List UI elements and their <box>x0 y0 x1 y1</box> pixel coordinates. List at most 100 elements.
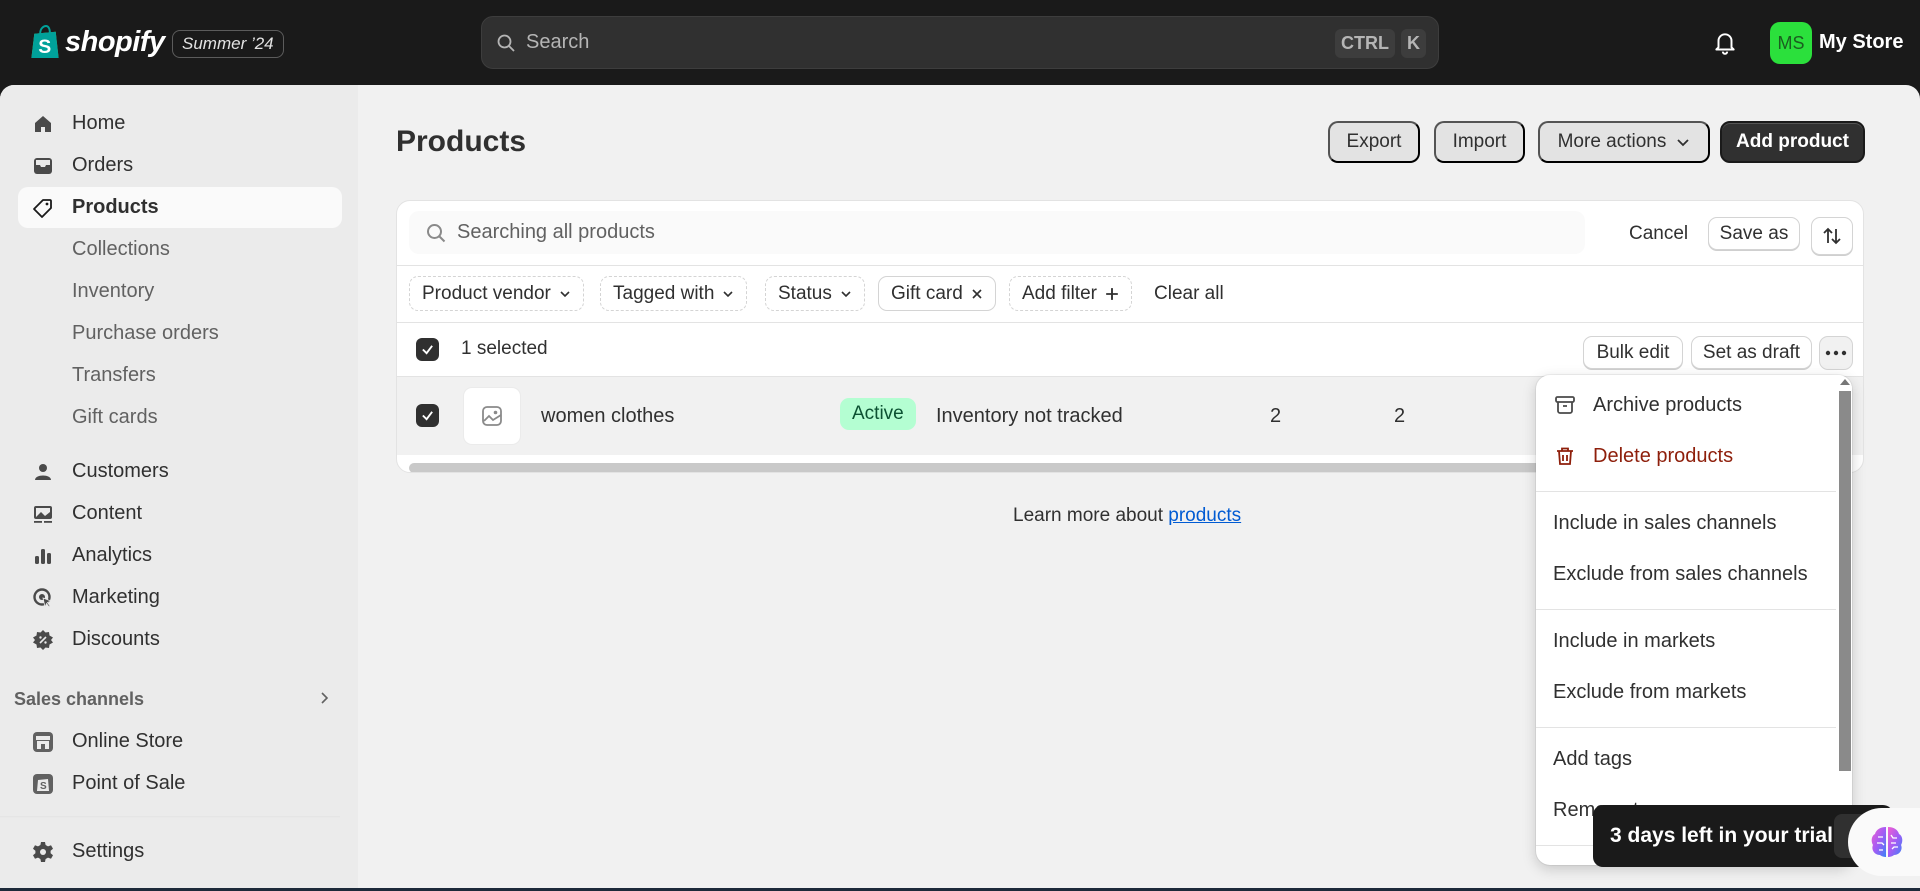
add-filter-button[interactable]: Add filter <box>1009 276 1132 311</box>
menu-scrollbar-thumb[interactable] <box>1839 391 1851 771</box>
top-bar: S shopify Summer ’24 Search CTRL K MS My… <box>0 0 1920 85</box>
kbd-ctrl: CTRL <box>1335 29 1395 58</box>
menu-item-include-sales-channels[interactable]: Include in sales channels <box>1536 501 1836 545</box>
page-title: Products <box>396 125 527 158</box>
menu-item-exclude-markets[interactable]: Exclude from markets <box>1536 670 1836 714</box>
sidebar-label: Purchase orders <box>72 322 219 344</box>
gear-icon <box>33 841 53 862</box>
global-search[interactable]: Search CTRL K <box>481 16 1439 69</box>
bar-chart-icon <box>35 548 51 564</box>
sidebar-item-gift-cards[interactable]: Gift cards <box>18 397 342 438</box>
sidebar-item-orders[interactable]: Orders <box>18 145 342 186</box>
sidebar-item-discounts[interactable]: Discounts <box>18 619 342 660</box>
global-search-placeholder: Search <box>526 31 590 53</box>
sidebar-label: Orders <box>72 154 134 176</box>
menu-separator <box>1536 491 1836 492</box>
menu-label: Delete products <box>1593 444 1734 467</box>
menu-item-archive-products[interactable]: Archive products <box>1536 383 1836 427</box>
menu-label: Exclude from markets <box>1553 680 1747 703</box>
more-actions-button[interactable]: More actions <box>1538 121 1710 163</box>
product-thumbnail[interactable] <box>463 387 521 445</box>
pos-icon: S <box>33 773 53 794</box>
import-button[interactable]: Import <box>1434 121 1525 163</box>
check-icon <box>422 345 433 355</box>
menu-label: Include in markets <box>1553 629 1716 652</box>
sidebar-item-point-of-sale[interactable]: S Point of Sale <box>18 763 342 804</box>
clear-all-button[interactable]: Clear all <box>1154 283 1224 305</box>
more-bulk-actions-button[interactable] <box>1819 336 1853 370</box>
sidebar-label: Point of Sale <box>72 772 186 794</box>
cancel-search-button[interactable]: Cancel <box>1629 223 1688 245</box>
store-name[interactable]: My Store <box>1819 31 1903 54</box>
trash-icon <box>1557 447 1573 465</box>
chevron-down-icon <box>723 290 733 297</box>
chevron-down-icon <box>560 290 570 297</box>
filter-gift-card[interactable]: Gift card <box>878 276 996 311</box>
sidebar-item-analytics[interactable]: Analytics <box>18 535 342 576</box>
sidebar-item-products[interactable]: Products <box>18 187 342 228</box>
kbd-k: K <box>1401 29 1426 58</box>
sidebar-item-collections[interactable]: Collections <box>18 229 342 270</box>
bulk-actions-menu: Archive products Delete products Include… <box>1536 375 1852 865</box>
learn-more-text: Learn more about products <box>1013 505 1241 527</box>
plus-icon <box>1106 287 1118 300</box>
row-checkbox[interactable] <box>416 404 439 427</box>
sidebar-item-content[interactable]: Content <box>18 493 342 534</box>
shopify-logo[interactable]: S shopify <box>29 25 165 60</box>
filter-tagged-with[interactable]: Tagged with <box>600 276 748 311</box>
inbox-icon <box>34 157 52 174</box>
sidebar-item-marketing[interactable]: Marketing <box>18 577 342 618</box>
target-icon <box>33 587 53 608</box>
check-icon <box>422 411 433 421</box>
add-product-button[interactable]: Add product <box>1720 121 1865 163</box>
chevron-right-icon[interactable] <box>316 690 332 706</box>
product-search-input[interactable] <box>457 221 1457 244</box>
sales-channels-heading[interactable]: Sales channels <box>14 689 144 710</box>
set-as-draft-button[interactable]: Set as draft <box>1691 336 1812 369</box>
filter-label: Gift card <box>891 282 963 304</box>
ellipsis-icon <box>1825 350 1847 356</box>
sort-button[interactable] <box>1811 217 1853 255</box>
sidebar-item-settings[interactable]: Settings <box>18 831 342 872</box>
menu-item-add-tags[interactable]: Add tags <box>1536 737 1836 781</box>
sidebar-item-online-store[interactable]: Online Store <box>18 721 342 762</box>
sidebar-item-inventory[interactable]: Inventory <box>18 271 342 312</box>
image-placeholder-icon <box>482 406 502 426</box>
product-name[interactable]: women clothes <box>541 405 674 428</box>
close-icon[interactable] <box>971 288 983 300</box>
menu-item-include-markets[interactable]: Include in markets <box>1536 619 1836 663</box>
select-all-checkbox[interactable] <box>416 338 439 361</box>
sidebar-item-home[interactable]: Home <box>18 103 342 144</box>
menu-item-exclude-sales-channels[interactable]: Exclude from sales channels <box>1536 552 1836 596</box>
scroll-up-arrow-icon[interactable] <box>1840 379 1850 385</box>
keyboard-shortcut: CTRL K <box>1335 29 1426 58</box>
sidebar-label: Home <box>72 112 126 134</box>
sidebar-item-transfers[interactable]: Transfers <box>18 355 342 396</box>
search-icon <box>497 34 515 52</box>
learn-more-link[interactable]: products <box>1168 505 1241 526</box>
sidebar-label: Transfers <box>72 364 156 386</box>
shopify-bag-icon: S <box>31 25 59 58</box>
archive-icon <box>1555 396 1575 414</box>
selected-count: 1 selected <box>461 338 548 359</box>
save-as-button[interactable]: Save as <box>1708 217 1800 250</box>
divider <box>397 265 1863 266</box>
sidebar-item-purchase-orders[interactable]: Purchase orders <box>18 313 342 354</box>
sidebar-item-customers[interactable]: Customers <box>18 451 342 492</box>
discount-icon <box>33 629 53 650</box>
menu-separator <box>1536 727 1836 728</box>
store-avatar[interactable]: MS <box>1770 22 1812 64</box>
ai-assistant-button[interactable] <box>1848 808 1920 876</box>
sidebar-divider <box>0 816 340 818</box>
bell-icon[interactable] <box>1712 30 1738 56</box>
export-button[interactable]: Export <box>1328 121 1420 163</box>
filter-product-vendor[interactable]: Product vendor <box>409 276 584 311</box>
bulk-edit-button[interactable]: Bulk edit <box>1583 336 1683 369</box>
edition-badge[interactable]: Summer ’24 <box>172 30 284 58</box>
svg-text:S: S <box>38 36 51 58</box>
filter-status[interactable]: Status <box>765 276 865 311</box>
product-search[interactable] <box>409 211 1585 254</box>
more-actions-label: More actions <box>1557 131 1667 152</box>
menu-label: Archive products <box>1593 393 1742 416</box>
menu-item-delete-products[interactable]: Delete products <box>1536 434 1836 478</box>
